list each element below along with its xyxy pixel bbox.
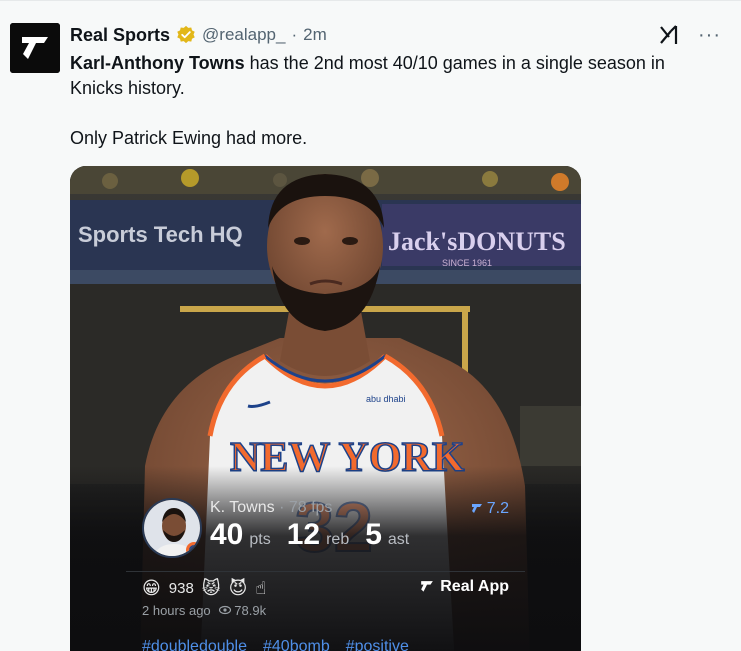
more-options-icon[interactable]: ··· (698, 25, 721, 45)
rating-value: 7.2 (486, 500, 509, 517)
banner-right-text: Jack'sDONUTS (388, 227, 566, 256)
player-name[interactable]: K. Towns (210, 499, 275, 516)
jersey-sponsor: abu dhabi (366, 394, 406, 404)
player-sep: · (274, 499, 289, 516)
hashtag[interactable]: #positive (346, 638, 409, 651)
player-fps: 78 fps (288, 499, 333, 516)
verified-badge-icon (176, 25, 196, 45)
handle[interactable]: @realapp_ (202, 25, 285, 45)
stat-reb-unit: reb (326, 531, 350, 548)
post-text: Karl-Anthony Towns has the 2nd most 40/1… (70, 51, 720, 151)
real-app-link[interactable]: Real App (420, 578, 509, 596)
time-ago: 2 hours ago (142, 603, 211, 618)
real-logo-small-icon (471, 504, 482, 513)
reaction-count: 938 (168, 579, 194, 597)
stat-pts-unit: pts (249, 531, 271, 548)
hashtags: #doubledouble #40bomb #positive (142, 638, 409, 651)
post[interactable]: Real Sports @realapp_ · 2m ··· Karl-Anth… (0, 0, 741, 651)
real-app-label[interactable]: Real App (440, 578, 509, 596)
banner-right-subtext: SINCE 1961 (442, 258, 492, 268)
post-line-2: Only Patrick Ewing had more. (70, 128, 308, 148)
grin-emoji-icon[interactable]: 😁 (142, 578, 161, 598)
card-divider (126, 571, 525, 572)
stat-line: 40 pts 12 reb 5 ast (210, 518, 419, 552)
player-avatar (142, 498, 202, 558)
views: 78.9k (218, 603, 267, 618)
rating: 7.2 (471, 500, 509, 518)
angry-cat-emoji-icon[interactable]: 😾 (202, 578, 221, 598)
real-logo-icon (421, 581, 434, 592)
post-time[interactable]: 2m (303, 25, 327, 45)
point-up-emoji-icon[interactable]: ☝ (255, 578, 266, 598)
stat-reb-value: 12 (286, 518, 321, 551)
real-sports-logo-icon[interactable] (10, 23, 60, 73)
player-mention: Karl-Anthony Towns (70, 53, 245, 73)
banner-left-text: Sports Tech HQ (78, 222, 243, 247)
top-actions: ··· (658, 23, 721, 47)
eye-icon (218, 605, 231, 615)
post-line-1: Karl-Anthony Towns has the 2nd most 40/1… (70, 51, 720, 101)
post-header: Real Sports @realapp_ · 2m (70, 23, 327, 47)
hashtag[interactable]: #40bomb (263, 638, 330, 651)
player-line: K. Towns · 78 fps (210, 499, 332, 517)
stat-pts-value: 40 (210, 518, 244, 551)
devil-emoji-icon[interactable]: 😈 (229, 578, 248, 598)
grok-icon[interactable] (658, 23, 682, 47)
card-meta: 2 hours ago 78.9k (142, 603, 266, 618)
hashtag[interactable]: #doubledouble (142, 638, 247, 651)
display-name[interactable]: Real Sports (70, 25, 170, 46)
view-count: 78.9k (234, 603, 267, 618)
reactions[interactable]: 😁 938 😾 😈 ☝ (142, 578, 266, 598)
separator-dot: · (291, 25, 298, 44)
stat-ast-unit: ast (387, 531, 410, 548)
media-card[interactable]: Sports Tech HQ Jack'sDONUTS SINCE 1961 a… (70, 166, 581, 651)
stat-ast-value: 5 (365, 518, 382, 551)
